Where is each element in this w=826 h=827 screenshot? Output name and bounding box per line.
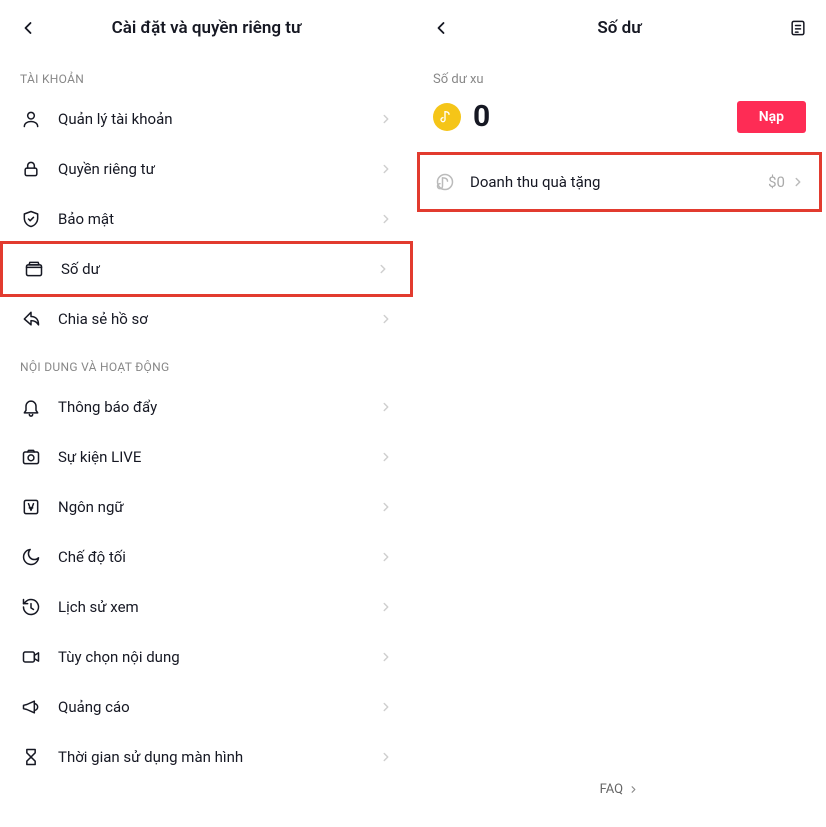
moon-icon (20, 546, 42, 568)
row-dark-mode[interactable]: Chế độ tối (0, 532, 413, 582)
coin-balance-row: 0 Nạp (413, 93, 826, 152)
camera-icon (20, 446, 42, 468)
faq-label: FAQ (600, 782, 623, 797)
row-gift-revenue[interactable]: Doanh thu quà tặng $0 (417, 152, 822, 212)
row-label: Sự kiện LIVE (58, 448, 379, 466)
chevron-right-icon (379, 312, 393, 326)
settings-pane: Cài đặt và quyền riêng tư TÀI KHOẢN Quản… (0, 0, 413, 827)
row-label: Tùy chọn nội dung (58, 648, 379, 666)
row-balance[interactable]: Số dư (0, 241, 413, 297)
chevron-right-icon (379, 212, 393, 226)
row-push-notifications[interactable]: Thông báo đẩy (0, 382, 413, 432)
wallet-icon (23, 258, 45, 280)
back-icon[interactable] (429, 16, 453, 40)
row-label: Thông báo đẩy (58, 398, 379, 416)
row-security[interactable]: Bảo mật (0, 194, 413, 244)
row-privacy[interactable]: Quyền riêng tư (0, 144, 413, 194)
row-screen-time[interactable]: Thời gian sử dụng màn hình (0, 732, 413, 782)
section-label-account: TÀI KHOẢN (0, 56, 413, 94)
chevron-right-icon (379, 700, 393, 714)
page-title: Số dư (597, 18, 641, 38)
chevron-right-icon (379, 400, 393, 414)
row-label: Bảo mật (58, 210, 379, 228)
row-label: Lịch sử xem (58, 598, 379, 616)
header: Cài đặt và quyền riêng tư (0, 0, 413, 56)
row-label: Chia sẻ hồ sơ (58, 310, 379, 328)
chevron-right-icon (379, 450, 393, 464)
section-label-content: NỘI DUNG VÀ HOẠT ĐỘNG (0, 344, 413, 382)
row-label: Thời gian sử dụng màn hình (58, 748, 379, 766)
coin-balance-value: 0 (473, 99, 737, 134)
chevron-right-icon (379, 750, 393, 764)
hourglass-icon (20, 746, 42, 768)
share-icon (20, 308, 42, 330)
chevron-right-icon (379, 550, 393, 564)
row-live-events[interactable]: Sự kiện LIVE (0, 432, 413, 482)
coin-icon (433, 103, 461, 131)
chevron-right-icon (791, 175, 805, 189)
row-watch-history[interactable]: Lịch sử xem (0, 582, 413, 632)
chevron-right-icon (379, 600, 393, 614)
chevron-right-icon (379, 500, 393, 514)
row-label: Quảng cáo (58, 698, 379, 716)
header: Số dư (413, 0, 826, 56)
row-content-preferences[interactable]: Tùy chọn nội dung (0, 632, 413, 682)
chevron-right-icon (376, 262, 390, 276)
megaphone-icon (20, 696, 42, 718)
row-share-profile[interactable]: Chia sẻ hồ sơ (0, 294, 413, 344)
chevron-right-icon (628, 784, 639, 795)
balance-pane: Số dư Số dư xu 0 Nạp Doanh thu quà tặng … (413, 0, 826, 827)
shield-icon (20, 208, 42, 230)
gift-revenue-label: Doanh thu quà tặng (470, 173, 768, 191)
chevron-right-icon (379, 112, 393, 126)
gift-icon (434, 171, 456, 193)
row-label: Quản lý tài khoản (58, 110, 379, 128)
chevron-right-icon (379, 650, 393, 664)
bell-icon (20, 396, 42, 418)
recharge-button[interactable]: Nạp (737, 101, 806, 133)
history-icon (20, 596, 42, 618)
lock-icon (20, 158, 42, 180)
row-label: Chế độ tối (58, 548, 379, 566)
back-icon[interactable] (16, 16, 40, 40)
language-icon (20, 496, 42, 518)
transactions-icon[interactable] (786, 16, 810, 40)
page-title: Cài đặt và quyền riêng tư (112, 18, 302, 38)
person-icon (20, 108, 42, 130)
faq-link[interactable]: FAQ (413, 782, 826, 797)
row-label: Số dư (61, 260, 376, 278)
gift-revenue-amount: $0 (768, 173, 785, 191)
row-ads[interactable]: Quảng cáo (0, 682, 413, 732)
row-label: Ngôn ngữ (58, 498, 379, 516)
video-icon (20, 646, 42, 668)
chevron-right-icon (379, 162, 393, 176)
row-language[interactable]: Ngôn ngữ (0, 482, 413, 532)
coin-balance-label: Số dư xu (413, 56, 826, 93)
row-manage-account[interactable]: Quản lý tài khoản (0, 94, 413, 144)
row-label: Quyền riêng tư (58, 160, 379, 178)
